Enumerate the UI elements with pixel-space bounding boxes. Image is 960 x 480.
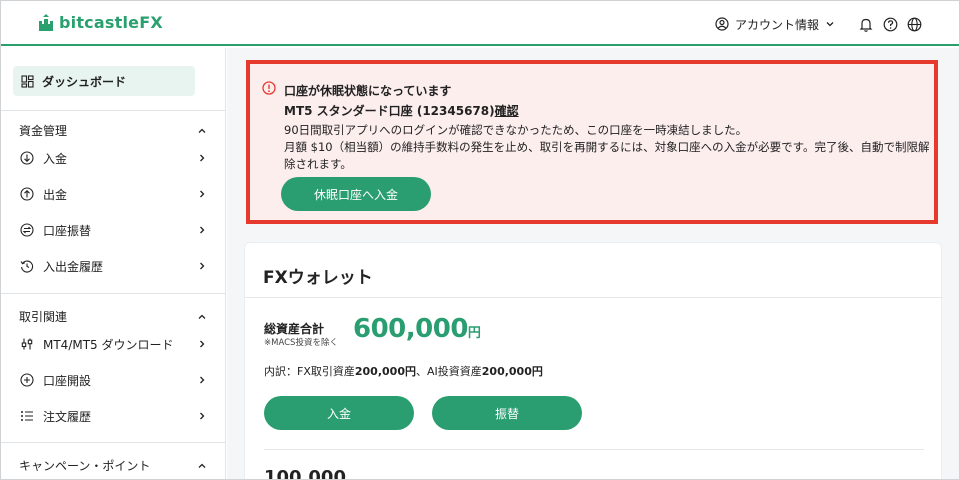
- chevron-down-icon: [826, 22, 834, 27]
- list-icon: [19, 408, 35, 424]
- account-label: アカウント情報: [734, 17, 819, 32]
- confirm-link[interactable]: 確認: [495, 104, 519, 118]
- ai-amount: 200,000円: [481, 365, 543, 378]
- bell-icon[interactable]: [857, 15, 875, 33]
- sidebar-item-label: 口座振替: [43, 223, 92, 238]
- next-balance-value: 100,000: [264, 467, 346, 480]
- alert-line: 月額 $10（相当額）の維持手数料の発生を止め、取引を再開するには、対象口座への…: [284, 140, 930, 171]
- transfer-circle-icon: [19, 222, 35, 238]
- total-assets-note: ※MACS投資を除く: [264, 338, 338, 348]
- chevron-up-icon: [198, 463, 206, 468]
- chevron-right-icon: [200, 190, 205, 198]
- top-header: bitcastleFX アカウント情報: [1, 1, 959, 46]
- sidebar-item-history[interactable]: 入出金履歴: [19, 255, 207, 277]
- user-icon: [715, 17, 729, 31]
- header-actions: アカウント情報: [715, 15, 923, 33]
- history-icon: [19, 258, 35, 274]
- sidebar-item-label: 出金: [43, 187, 68, 202]
- sidebar-item-label: 注文履歴: [43, 409, 92, 424]
- sidebar-item-transfer[interactable]: 口座振替: [19, 219, 207, 241]
- assets-breakdown: 内訳：FX取引資産200,000円、AI投資資産200,000円: [264, 363, 543, 379]
- sidebar-item-deposit[interactable]: 入金: [19, 147, 207, 169]
- section-header-funds[interactable]: 資金管理: [19, 122, 207, 139]
- divider: [264, 449, 924, 450]
- chevron-right-icon: [200, 154, 205, 162]
- account-menu[interactable]: アカウント情報: [715, 16, 835, 33]
- logo[interactable]: bitcastleFX: [36, 13, 163, 32]
- breakdown-label: 、AI投資資産: [415, 365, 482, 378]
- divider: [245, 297, 943, 298]
- divider: [1, 110, 225, 111]
- transfer-button[interactable]: 振替: [432, 396, 582, 430]
- sidebar-item-open-account[interactable]: 口座開設: [19, 369, 207, 391]
- currency-unit: 円: [467, 326, 481, 341]
- logo-icon: [39, 13, 53, 31]
- chevron-right-icon: [200, 226, 205, 234]
- logo-text: bitcastleFX: [59, 13, 163, 32]
- sidebar: ダッシュボード 資金管理 入金 出金 口座振替 入出金履歴 取引関連 MT4/M…: [1, 48, 226, 479]
- alert-account-name: MT5 スタンダード口座 (12345678): [284, 104, 495, 118]
- chevron-right-icon: [200, 262, 205, 270]
- deposit-button[interactable]: 入金: [264, 396, 414, 430]
- fx-wallet-card: FXウォレット 総資産合計 ※MACS投資を除く 600,000円 内訳：FX取…: [244, 242, 943, 480]
- sidebar-item-label: 入出金履歴: [43, 259, 104, 274]
- chevron-right-icon: [200, 376, 205, 384]
- section-title: 資金管理: [19, 124, 68, 138]
- plus-circle-icon: [19, 372, 35, 388]
- sliders-icon: [19, 336, 35, 352]
- sidebar-item-withdraw[interactable]: 出金: [19, 183, 207, 205]
- sidebar-item-label: 口座開設: [43, 373, 92, 388]
- help-icon[interactable]: [881, 15, 899, 33]
- chevron-up-icon: [198, 314, 206, 319]
- total-assets-value: 600,000円: [353, 314, 481, 344]
- chevron-right-icon: [200, 412, 205, 420]
- divider: [1, 293, 225, 294]
- total-assets-label: 総資産合計: [264, 322, 325, 336]
- alert-account: MT5 スタンダード口座 (12345678)確認: [284, 102, 519, 119]
- main-content: 口座が休眠状態になっています MT5 スタンダード口座 (12345678)確認…: [227, 48, 959, 480]
- sidebar-item-dashboard[interactable]: ダッシュボード: [13, 66, 195, 96]
- globe-icon[interactable]: [905, 15, 923, 33]
- dormant-account-alert: 口座が休眠状態になっています MT5 スタンダード口座 (12345678)確認…: [246, 60, 938, 224]
- arrow-up-circle-icon: [19, 186, 35, 202]
- sidebar-item-label: MT4/MT5 ダウンロード: [43, 337, 174, 352]
- card-title: FXウォレット: [263, 268, 373, 288]
- chevron-right-icon: [200, 340, 205, 348]
- sidebar-item-order-history[interactable]: 注文履歴: [19, 405, 207, 427]
- section-title: キャンペーン・ポイント: [19, 459, 151, 473]
- total-amount: 600,000: [353, 314, 468, 344]
- section-title: 取引関連: [19, 310, 68, 324]
- section-header-trading[interactable]: 取引関連: [19, 308, 207, 325]
- deposit-dormant-button[interactable]: 休眠口座へ入金: [281, 177, 431, 211]
- alert-line: 90日間取引アプリへのログインが確認できなかったため、この口座を一時凍結しました…: [284, 123, 748, 137]
- alert-body: 90日間取引アプリへのログインが確認できなかったため、この口座を一時凍結しました…: [284, 122, 934, 173]
- sidebar-item-label: ダッシュボード: [42, 74, 127, 89]
- divider: [1, 442, 225, 443]
- breakdown-label: 内訳：FX取引資産: [264, 365, 355, 378]
- sidebar-item-download[interactable]: MT4/MT5 ダウンロード: [19, 333, 207, 355]
- alert-circle-icon: [262, 81, 276, 95]
- dashboard-icon: [21, 74, 34, 88]
- section-header-campaign[interactable]: キャンペーン・ポイント: [19, 457, 207, 474]
- chevron-up-icon: [198, 128, 206, 133]
- alert-title: 口座が休眠状態になっています: [284, 84, 452, 98]
- fx-amount: 200,000円: [354, 365, 416, 378]
- app-window: bitcastleFX アカウント情報 ダッシュボード 資金管理 入金 出金 口…: [0, 0, 960, 480]
- sidebar-item-label: 入金: [43, 151, 68, 166]
- arrow-down-circle-icon: [19, 150, 35, 166]
